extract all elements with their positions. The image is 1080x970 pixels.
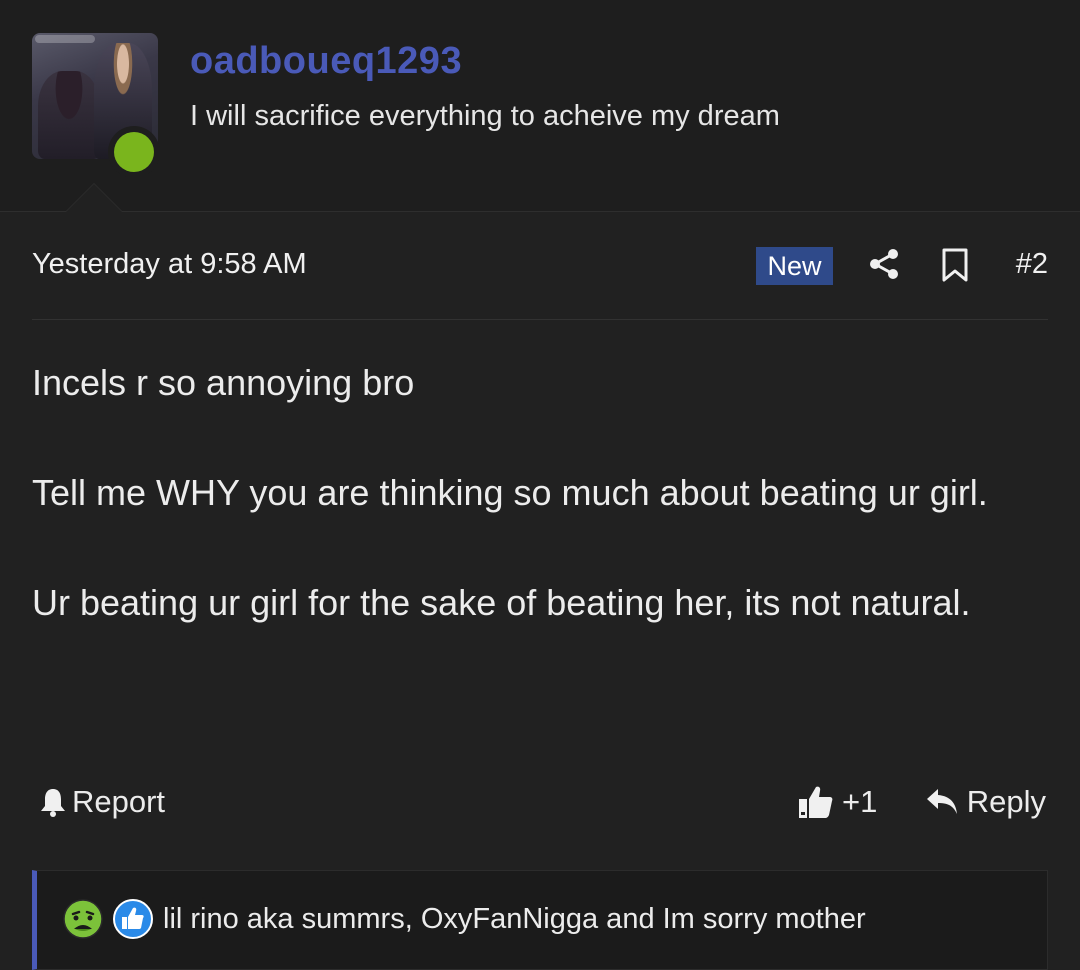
post-paragraph: Incels r so annoying bro bbox=[32, 362, 415, 403]
report-label: Report bbox=[72, 784, 166, 819]
post-paragraph: Ur beating ur girl for the sake of beati… bbox=[32, 582, 971, 623]
bell-icon bbox=[41, 789, 65, 817]
avatar-photo-tag bbox=[35, 35, 95, 43]
reply-icon bbox=[926, 789, 957, 814]
reply-label: Reply bbox=[966, 784, 1046, 819]
username-link[interactable]: oadboueq1293 bbox=[190, 40, 462, 83]
like-button[interactable]: +1 bbox=[798, 784, 877, 820]
header-pointer-arrow bbox=[65, 183, 123, 212]
bookmark-icon[interactable] bbox=[940, 248, 970, 282]
report-button[interactable]: Report bbox=[38, 784, 165, 820]
avatar-photo-person-left bbox=[38, 71, 100, 159]
reactions-bar[interactable]: lil rino aka summrs, OxyFanNigga and Im … bbox=[32, 870, 1048, 970]
reply-button[interactable]: Reply bbox=[925, 784, 1046, 820]
divider bbox=[32, 319, 1048, 320]
post-author-header: oadboueq1293 I will sacrifice everything… bbox=[0, 0, 1080, 212]
post-timestamp[interactable]: Yesterday at 9:58 AM bbox=[32, 248, 307, 281]
new-badge: New bbox=[756, 247, 833, 285]
online-status-icon bbox=[108, 126, 160, 178]
post-meta-row: Yesterday at 9:58 AM New #2 bbox=[32, 240, 1048, 296]
post-body: Incels r so annoying bro Tell me WHY you… bbox=[32, 356, 1032, 686]
thumbs-up-icon bbox=[113, 899, 153, 939]
reactions-row: lil rino aka summrs, OxyFanNigga and Im … bbox=[63, 899, 866, 939]
post-number-link[interactable]: #2 bbox=[1016, 248, 1048, 281]
post-paragraph: Tell me WHY you are thinking so much abo… bbox=[32, 472, 988, 513]
sick-emoji-icon bbox=[63, 899, 103, 939]
user-tagline: I will sacrifice everything to acheive m… bbox=[190, 100, 780, 132]
thumbs-up-icon bbox=[799, 786, 833, 818]
share-icon[interactable] bbox=[868, 248, 900, 280]
like-count: +1 bbox=[842, 784, 878, 819]
reaction-names[interactable]: lil rino aka summrs, OxyFanNigga and Im … bbox=[163, 903, 866, 936]
post-actions: Report +1 Reply bbox=[32, 780, 1048, 830]
